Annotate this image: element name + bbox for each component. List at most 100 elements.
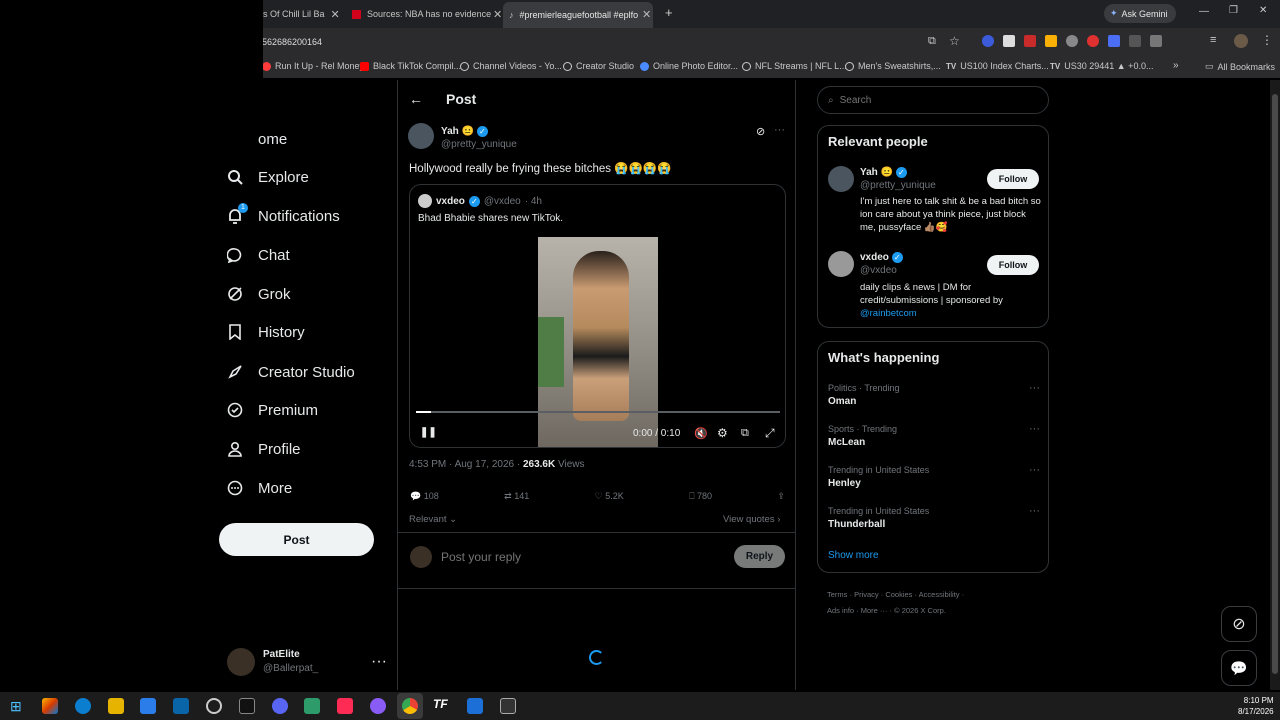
- nav-item-premium[interactable]: Premium: [226, 398, 318, 422]
- more-horizontal-icon[interactable]: ···: [1029, 505, 1040, 518]
- tiktok-icon[interactable]: [337, 698, 353, 714]
- nav-item-grok[interactable]: Grok: [226, 282, 291, 306]
- follow-button[interactable]: Follow: [987, 169, 1039, 189]
- menu-lines-icon[interactable]: ≡: [1210, 34, 1216, 46]
- bookmark-item[interactable]: NFL Streams | NFL L...: [742, 61, 847, 71]
- browser-tab[interactable]: s Of Chill Lil Ba ✕: [263, 4, 345, 24]
- edge-icon[interactable]: [75, 698, 91, 714]
- extension-icon[interactable]: [1087, 35, 1099, 47]
- like-action[interactable]: ♡ 5.2K: [595, 491, 624, 502]
- close-icon[interactable]: ✕: [331, 8, 340, 21]
- footer-line[interactable]: Terms · Privacy · Cookies · Accessibilit…: [827, 587, 964, 603]
- scrollbar-thumb[interactable]: [1272, 94, 1278, 674]
- reply-button[interactable]: Reply: [734, 545, 785, 568]
- browser-tab[interactable]: Sources: NBA has no evidence: [352, 4, 500, 24]
- settings-gear-icon[interactable]: ⚙: [717, 426, 728, 440]
- grok-icon[interactable]: ⊘: [756, 125, 765, 138]
- install-icon[interactable]: ⧉: [928, 35, 936, 48]
- trend-item[interactable]: Trending in United States Henley ···: [828, 464, 1040, 490]
- store-icon[interactable]: [140, 698, 156, 714]
- trend-item[interactable]: Politics · Trending Oman ···: [828, 382, 1040, 408]
- file-explorer-icon[interactable]: [108, 698, 124, 714]
- extension-icon[interactable]: [1108, 35, 1120, 47]
- puzzle-icon[interactable]: [1150, 35, 1162, 47]
- close-icon[interactable]: ✕: [642, 4, 651, 24]
- nav-item-chat[interactable]: Chat: [226, 243, 290, 267]
- nav-item-creator-studio[interactable]: Creator Studio: [226, 360, 355, 384]
- system-clock[interactable]: 8:10 PM 8/17/2026: [1238, 695, 1274, 717]
- discord-icon[interactable]: [272, 698, 288, 714]
- kebab-menu-icon[interactable]: ⋮: [1261, 33, 1273, 47]
- tf-icon[interactable]: TF: [433, 697, 448, 711]
- extension-icon[interactable]: [1003, 35, 1015, 47]
- video-player[interactable]: ❚❚ 0:00 / 0:10 🔇 ⚙ ⧉ ⤢: [410, 237, 785, 447]
- extension-icon[interactable]: [1045, 35, 1057, 47]
- share-icon[interactable]: ⇪: [777, 491, 785, 502]
- nav-item-home[interactable]: ome: [226, 127, 287, 151]
- more-horizontal-icon[interactable]: ···: [371, 653, 387, 671]
- browser-tab-active[interactable]: ♪ #premierleaguefootball #eplfo: [503, 2, 653, 28]
- person-item[interactable]: Yah 😐 ✓ @pretty_yunique: [860, 166, 936, 192]
- footer-line[interactable]: Ads info · More ··· · © 2026 X Corp.: [827, 603, 964, 619]
- restore-icon[interactable]: ❐: [1229, 5, 1238, 16]
- person-item[interactable]: vxdeo ✓ @vxdeo: [860, 251, 903, 277]
- bookmark-item[interactable]: Run It Up - Rel Money: [262, 61, 364, 71]
- nav-item-more[interactable]: More: [226, 476, 292, 500]
- follow-button[interactable]: Follow: [987, 255, 1039, 275]
- quote-card[interactable]: vxdeo ✓ @vxdeo · 4h Bhad Bhabie shares n…: [409, 184, 786, 448]
- nav-item-notifications[interactable]: 1 Notifications: [226, 203, 340, 228]
- post-button[interactable]: Post: [219, 523, 374, 556]
- new-tab-icon[interactable]: +: [665, 5, 673, 20]
- back-arrow-icon[interactable]: ←: [409, 91, 423, 107]
- chevron-right-icon[interactable]: »: [1173, 60, 1179, 71]
- bookmark-item[interactable]: Online Photo Editor...: [640, 61, 738, 71]
- epic-games-icon[interactable]: [239, 698, 255, 714]
- reply-action[interactable]: 💬 108: [410, 491, 439, 502]
- nav-item-profile[interactable]: Profile: [226, 437, 301, 461]
- view-quotes-link[interactable]: View quotes ›: [723, 514, 780, 525]
- extension-icon[interactable]: [1129, 35, 1141, 47]
- trend-item[interactable]: Sports · Trending McLean ···: [828, 423, 1040, 449]
- nav-item-history[interactable]: History: [226, 320, 305, 344]
- search-box[interactable]: ⌕: [817, 86, 1049, 114]
- app-icon[interactable]: [304, 698, 320, 714]
- plus-app-icon[interactable]: [467, 698, 483, 714]
- mute-icon[interactable]: 🔇: [694, 427, 708, 440]
- account-switcher[interactable]: PatElite @Ballerpat_ ···: [227, 648, 387, 676]
- bookmark-item[interactable]: Channel Videos - Yo...: [460, 61, 562, 71]
- minimize-icon[interactable]: —: [1199, 6, 1209, 17]
- pause-icon[interactable]: ❚❚: [420, 427, 437, 438]
- app-icon[interactable]: [370, 698, 386, 714]
- all-bookmarks[interactable]: ▭ All Bookmarks: [1205, 61, 1275, 72]
- fullscreen-icon[interactable]: ⤢: [765, 426, 775, 441]
- address-bar[interactable]: 562686200164: [262, 37, 322, 47]
- nav-item-explore[interactable]: Explore: [226, 165, 309, 189]
- app-icon[interactable]: [500, 698, 516, 714]
- reply-input[interactable]: [441, 546, 691, 568]
- app-icon[interactable]: [206, 698, 222, 714]
- bookmark-action[interactable]: ⎕ 780: [689, 491, 712, 502]
- chrome-icon[interactable]: [402, 698, 418, 714]
- close-window-icon[interactable]: ✕: [1259, 5, 1267, 16]
- video-progress-track[interactable]: [416, 411, 780, 413]
- show-more-link[interactable]: Show more: [828, 550, 879, 561]
- more-horizontal-icon[interactable]: ···: [1029, 464, 1040, 477]
- bookmark-item[interactable]: Men's Sweatshirts,...: [845, 61, 941, 71]
- ask-gemini-button[interactable]: ✦ Ask Gemini: [1104, 4, 1176, 23]
- scrollbar[interactable]: [1270, 80, 1280, 690]
- more-horizontal-icon[interactable]: ···: [1029, 423, 1040, 436]
- mail-icon[interactable]: [173, 698, 189, 714]
- pip-icon[interactable]: ⧉: [741, 427, 749, 440]
- extension-icon[interactable]: [982, 35, 994, 47]
- close-icon[interactable]: ✕: [493, 4, 502, 24]
- post-author[interactable]: Yah 😐 ✓ @pretty_yunique: [441, 125, 517, 151]
- extension-icon[interactable]: [1066, 35, 1078, 47]
- bookmark-item[interactable]: TV US100 Index Charts...: [946, 61, 1049, 71]
- chat-float-button[interactable]: 💬: [1221, 650, 1257, 686]
- avatar[interactable]: [408, 123, 434, 149]
- sort-dropdown[interactable]: Relevant ⌄: [409, 514, 457, 525]
- profile-avatar-icon[interactable]: [1234, 34, 1248, 48]
- bio-link[interactable]: @rainbetcom: [860, 308, 917, 319]
- trend-item[interactable]: Trending in United States Thunderball ··…: [828, 505, 1040, 531]
- bookmark-item[interactable]: Creator Studio: [563, 61, 634, 71]
